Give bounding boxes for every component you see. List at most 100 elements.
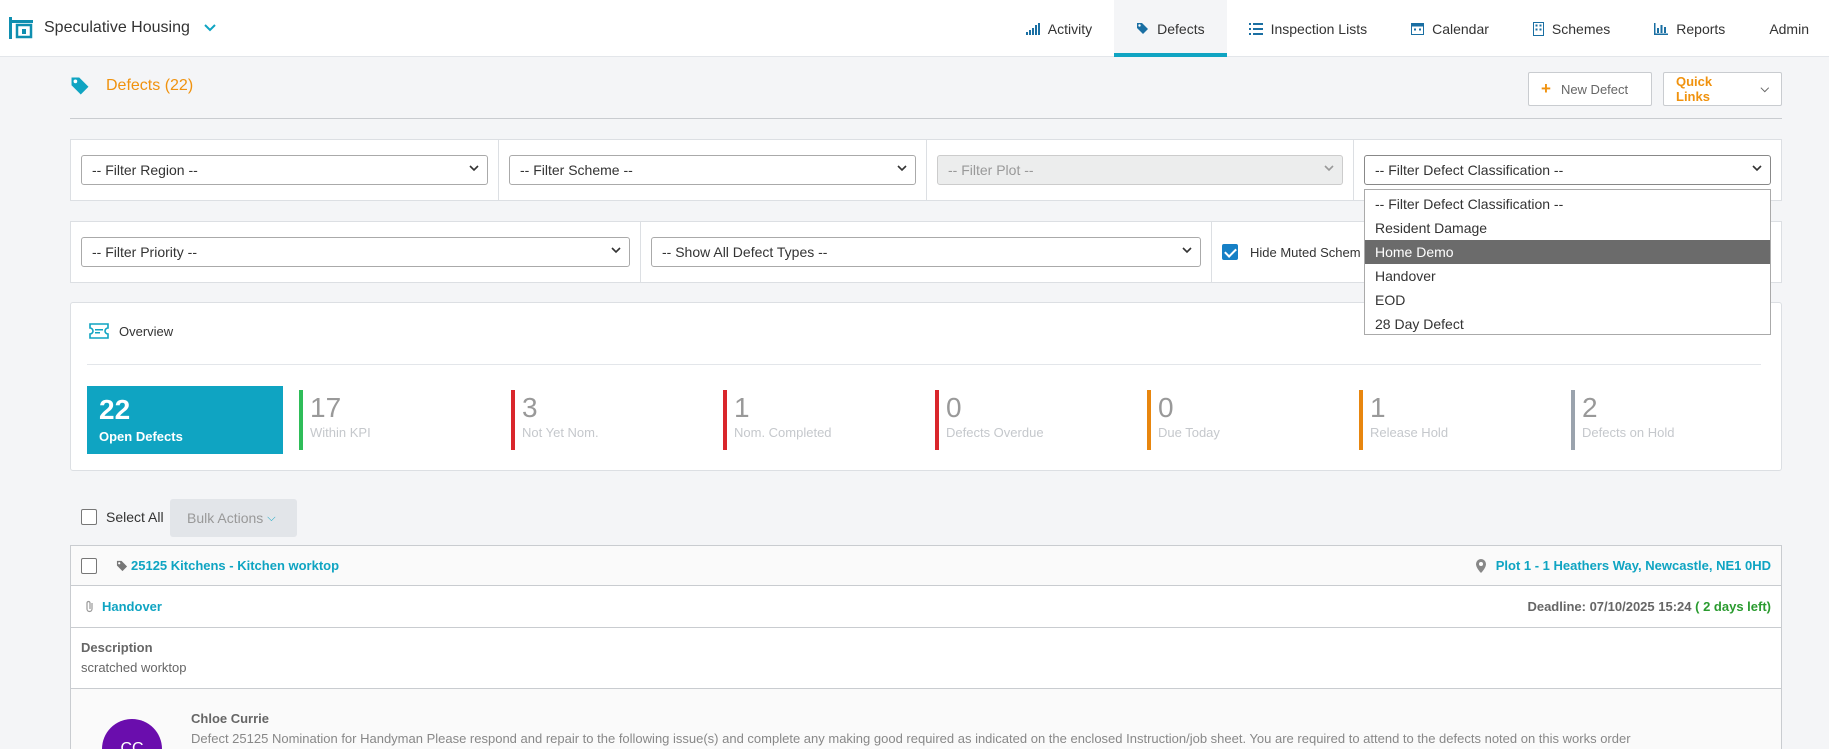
nav-reports[interactable]: Reports <box>1632 0 1747 57</box>
select-all-label: Select All <box>106 509 164 525</box>
stat-defects-overdue[interactable]: 0 Defects Overdue <box>935 390 1044 450</box>
building-icon <box>1532 21 1544 36</box>
classification-option[interactable]: Handover <box>1365 264 1770 288</box>
defect-deadline: Deadline: 07/10/2025 15:24 ( 2 days left… <box>1527 599 1771 614</box>
nav-calendar[interactable]: Calendar <box>1389 0 1511 57</box>
stat-label: Not Yet Nom. <box>522 425 599 440</box>
defect-classification-link[interactable]: Handover <box>102 599 162 614</box>
tag-icon <box>1137 23 1149 34</box>
stat-value: 0 <box>1158 392 1174 423</box>
housing-logo-icon <box>9 17 33 39</box>
stat-value: 17 <box>310 392 342 423</box>
nav-calendar-label: Calendar <box>1432 20 1489 37</box>
filter-region-value: -- Filter Region -- <box>92 162 198 178</box>
bar-chart-icon <box>1025 22 1040 35</box>
filter-priority-select[interactable]: -- Filter Priority -- <box>81 237 630 267</box>
nav-defects-label: Defects <box>1157 20 1205 37</box>
chevron-down-icon <box>611 247 621 254</box>
stat-value: 1 <box>734 392 750 423</box>
filter-priority-cell: -- Filter Priority -- <box>71 222 641 282</box>
filter-region-select[interactable]: -- Filter Region -- <box>81 155 488 185</box>
nav-reports-label: Reports <box>1676 20 1726 37</box>
avatar: CC <box>102 719 162 749</box>
filter-region-cell: -- Filter Region -- <box>71 140 499 200</box>
chevron-down-icon <box>897 165 907 172</box>
new-defect-button[interactable]: + New Defect <box>1528 72 1652 106</box>
chevron-down-icon <box>1324 165 1334 172</box>
filter-scheme-value: -- Filter Scheme -- <box>520 162 633 178</box>
overview-title: Overview <box>119 323 174 339</box>
comment-author: Chloe Currie <box>191 711 270 726</box>
nav-inspection-lists[interactable]: Inspection Lists <box>1227 0 1390 57</box>
stat-label: Defects on Hold <box>1582 425 1675 440</box>
overview-header: Overview <box>89 323 173 339</box>
stat-label: Nom. Completed <box>734 425 832 440</box>
description-text: scratched worktop <box>81 660 187 675</box>
chevron-down-icon[interactable] <box>204 24 216 32</box>
nav-schemes[interactable]: Schemes <box>1511 0 1632 57</box>
filter-scheme-cell: -- Filter Scheme -- <box>499 140 927 200</box>
stat-label: Open Defects <box>99 429 183 444</box>
stat-label: Defects Overdue <box>946 425 1044 440</box>
new-defect-label: New Defect <box>1560 81 1629 97</box>
select-all-checkbox[interactable] <box>81 509 97 525</box>
classification-dropdown-list: -- Filter Defect Classification -- Resid… <box>1364 189 1771 335</box>
filter-types-value: -- Show All Defect Types -- <box>662 244 828 260</box>
top-navigation-bar: Speculative Housing Activity Defects Ins… <box>0 0 1829 57</box>
stat-defects-on-hold[interactable]: 2 Defects on Hold <box>1571 390 1675 450</box>
filter-scheme-select[interactable]: -- Filter Scheme -- <box>509 155 916 185</box>
defect-location-link[interactable]: Plot 1 - 1 Heathers Way, Newcastle, NE1 … <box>1496 558 1771 573</box>
defect-title-link[interactable]: 25125 Kitchens - Kitchen worktop <box>131 558 339 573</box>
plus-icon: + <box>1541 79 1551 98</box>
classification-option-highlighted[interactable]: Home Demo <box>1365 240 1770 264</box>
nav-inspection-lists-label: Inspection Lists <box>1270 20 1368 37</box>
bulk-actions-label: Bulk Actions <box>187 510 264 526</box>
nav-admin[interactable]: Admin <box>1747 0 1829 57</box>
bulk-actions-button[interactable]: Bulk Actions ⌵ <box>170 499 297 537</box>
nav-activity[interactable]: Activity <box>1004 0 1114 57</box>
classification-option[interactable]: Resident Damage <box>1365 216 1770 240</box>
stat-not-yet-nominated[interactable]: 3 Not Yet Nom. <box>511 390 599 450</box>
chevron-down-icon <box>1182 247 1192 254</box>
stat-within-kpi[interactable]: 17 Within KPI <box>299 390 371 450</box>
stat-open-defects[interactable]: 22 Open Defects <box>87 386 283 454</box>
stat-value: 3 <box>522 392 538 423</box>
defect-comment: CC Chloe Currie Defect 25125 Nomination … <box>70 688 1782 749</box>
defect-select-checkbox[interactable] <box>81 558 97 574</box>
filter-plot-cell: -- Filter Plot -- <box>927 140 1354 200</box>
filter-types-select[interactable]: -- Show All Defect Types -- <box>651 237 1201 267</box>
stat-label: Due Today <box>1158 425 1220 440</box>
stat-nominated-completed[interactable]: 1 Nom. Completed <box>723 390 832 450</box>
main-nav: Activity Defects Inspection Lists Calend… <box>1004 0 1829 57</box>
classification-option[interactable]: -- Filter Defect Classification -- <box>1365 192 1770 216</box>
hide-muted-checkbox[interactable] <box>1222 244 1238 260</box>
page-title-text: Defects (22) <box>106 77 194 94</box>
stat-label: Within KPI <box>310 425 371 440</box>
chevron-down-icon: ⌵ <box>1760 82 1769 95</box>
filter-plot-select: -- Filter Plot -- <box>937 155 1343 185</box>
defect-card-meta: Handover Deadline: 07/10/2025 15:24 ( 2 … <box>70 585 1782 628</box>
overview-divider <box>87 364 1761 365</box>
tag-icon <box>116 560 128 572</box>
filter-priority-value: -- Filter Priority -- <box>92 244 197 260</box>
tag-icon <box>71 77 89 95</box>
map-pin-icon <box>1475 558 1486 573</box>
quick-links-button[interactable]: Quick Links ⌵ <box>1663 72 1782 106</box>
days-left-text: ( 2 days left) <box>1695 599 1771 614</box>
brand[interactable]: Speculative Housing <box>0 0 216 57</box>
filter-classification-value: -- Filter Defect Classification -- <box>1375 162 1564 178</box>
stat-due-today[interactable]: 0 Due Today <box>1147 390 1220 450</box>
list-icon <box>1248 22 1263 35</box>
stat-label: Release Hold <box>1370 425 1449 440</box>
defect-card-description: Description scratched worktop <box>70 627 1782 689</box>
stat-value: 0 <box>946 392 962 423</box>
chart-icon <box>1654 22 1669 35</box>
stat-release-hold[interactable]: 1 Release Hold <box>1359 390 1448 450</box>
quick-links-label: Quick Links <box>1676 74 1713 104</box>
classification-option[interactable]: 28 Day Defect <box>1365 312 1770 336</box>
description-label: Description <box>81 640 153 655</box>
filter-classification-select[interactable]: -- Filter Defect Classification -- <box>1364 155 1771 185</box>
classification-option[interactable]: EOD <box>1365 288 1770 312</box>
nav-defects[interactable]: Defects <box>1114 0 1228 57</box>
stat-value: 2 <box>1582 392 1598 423</box>
